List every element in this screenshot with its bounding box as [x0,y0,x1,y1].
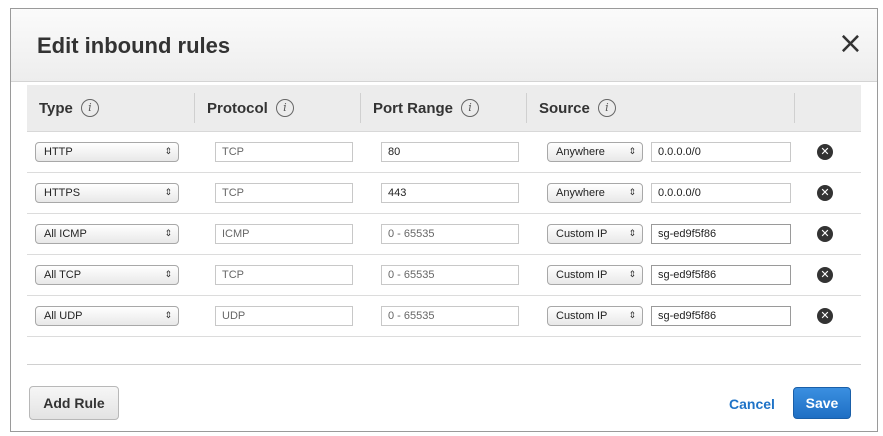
source-field[interactable]: sg-ed9f5f86 [651,306,791,326]
column-header-source: Source i [527,93,795,123]
source-type-select-value: Anywhere [556,187,605,199]
delete-rule-icon[interactable]: ✕ [817,185,833,201]
select-arrows-icon: ⇕ [164,188,172,198]
protocol-field: TCP [215,265,353,285]
column-header-protocol: Protocol i [195,93,361,123]
source-type-select[interactable]: Custom IP ⇕ [547,306,643,326]
port-range-field: 0 - 65535 [381,224,519,244]
source-type-select-value: Custom IP [556,228,608,240]
delete-rule-icon[interactable]: ✕ [817,226,833,242]
type-select-value: HTTPS [44,187,81,199]
protocol-field: ICMP [215,224,353,244]
delete-rule-icon[interactable]: ✕ [817,267,833,283]
source-type-select-value: Custom IP [556,269,608,281]
table-row: HTTP ⇕ TCP 80 Anywhere ⇕ 0.0.0.0/0 ✕ [27,132,861,173]
column-header-type: Type i [27,93,195,123]
source-field[interactable]: 0.0.0.0/0 [651,142,791,162]
dialog-title: Edit inbound rules [37,33,231,58]
dialog-header: Edit inbound rules × [11,9,877,82]
port-range-field[interactable]: 80 [381,142,519,162]
select-arrows-icon: ⇕ [164,311,172,321]
type-select-value: All TCP [44,269,82,281]
port-range-field[interactable]: 443 [381,183,519,203]
port-range-field: 0 - 65535 [381,265,519,285]
source-field[interactable]: 0.0.0.0/0 [651,183,791,203]
protocol-field: TCP [215,142,353,162]
select-arrows-icon: ⇕ [628,229,636,239]
column-header-actions [795,93,861,123]
cancel-link[interactable]: Cancel [729,396,775,412]
column-label-protocol: Protocol [207,99,268,117]
source-type-select[interactable]: Custom IP ⇕ [547,224,643,244]
select-arrows-icon: ⇕ [628,188,636,198]
select-arrows-icon: ⇕ [628,270,636,280]
source-type-select[interactable]: Custom IP ⇕ [547,265,643,285]
save-button[interactable]: Save [793,387,851,419]
column-label-port-range: Port Range [373,99,454,117]
select-arrows-icon: ⇕ [164,270,172,280]
footer-divider [27,364,861,365]
table-row: All TCP ⇕ TCP 0 - 65535 Custom IP ⇕ sg-e… [27,255,861,296]
select-arrows-icon: ⇕ [628,147,636,157]
type-select-value: All UDP [44,310,83,322]
edit-inbound-rules-dialog: Edit inbound rules × Type i Protocol i P… [10,8,878,432]
column-header-port-range: Port Range i [361,93,527,123]
delete-rule-icon[interactable]: ✕ [817,308,833,324]
source-type-select-value: Anywhere [556,146,605,158]
protocol-field: TCP [215,183,353,203]
rules-table: Type i Protocol i Port Range i Source i … [27,85,861,337]
source-type-select[interactable]: Anywhere ⇕ [547,142,643,162]
info-icon[interactable]: i [80,99,99,117]
column-label-source: Source [539,99,590,117]
add-rule-button[interactable]: Add Rule [29,386,119,420]
protocol-field: UDP [215,306,353,326]
type-select-value: HTTP [44,146,73,158]
info-icon[interactable]: i [275,99,294,117]
table-header: Type i Protocol i Port Range i Source i [27,85,861,132]
type-select[interactable]: HTTP ⇕ [35,142,179,162]
close-icon[interactable]: × [838,29,863,59]
info-icon[interactable]: i [461,99,480,117]
select-arrows-icon: ⇕ [164,229,172,239]
source-type-select[interactable]: Anywhere ⇕ [547,183,643,203]
type-select[interactable]: All ICMP ⇕ [35,224,179,244]
table-row: All ICMP ⇕ ICMP 0 - 65535 Custom IP ⇕ sg… [27,214,861,255]
table-row: All UDP ⇕ UDP 0 - 65535 Custom IP ⇕ sg-e… [27,296,861,337]
source-field[interactable]: sg-ed9f5f86 [651,224,791,244]
table-row: HTTPS ⇕ TCP 443 Anywhere ⇕ 0.0.0.0/0 ✕ [27,173,861,214]
port-range-field: 0 - 65535 [381,306,519,326]
info-icon[interactable]: i [597,99,616,117]
delete-rule-icon[interactable]: ✕ [817,144,833,160]
column-label-type: Type [39,99,73,117]
source-field[interactable]: sg-ed9f5f86 [651,265,791,285]
type-select[interactable]: All TCP ⇕ [35,265,179,285]
type-select[interactable]: All UDP ⇕ [35,306,179,326]
source-type-select-value: Custom IP [556,310,608,322]
select-arrows-icon: ⇕ [164,147,172,157]
type-select[interactable]: HTTPS ⇕ [35,183,179,203]
select-arrows-icon: ⇕ [628,311,636,321]
type-select-value: All ICMP [44,228,87,240]
